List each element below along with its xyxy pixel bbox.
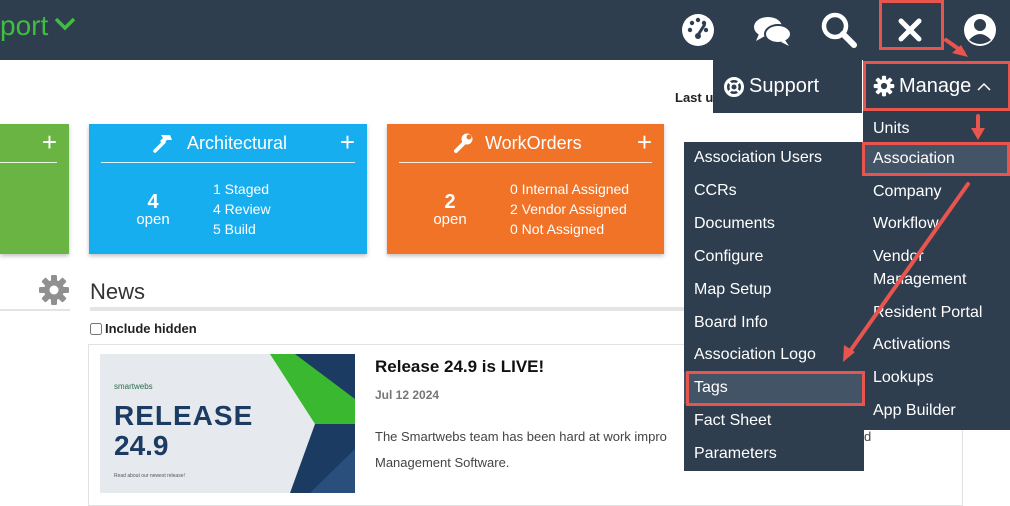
- app-brand-name[interactable]: port: [0, 10, 48, 42]
- tile-header: Architectural +: [101, 124, 355, 163]
- tile-title: WorkOrders: [485, 133, 582, 153]
- assoc-item-parameters[interactable]: Parameters: [684, 438, 864, 470]
- news-item-title[interactable]: Release 24.9 is LIVE!: [375, 357, 544, 377]
- support-label: Support: [749, 75, 820, 97]
- manage-item-resident-portal[interactable]: Resident Portal: [863, 297, 1010, 329]
- stat-not-assigned[interactable]: 0 Not Assigned: [510, 221, 604, 237]
- add-workorder-button[interactable]: +: [637, 127, 652, 157]
- support-menu-button[interactable]: Support: [713, 60, 862, 113]
- tile-workorders[interactable]: WorkOrders + 2 open 0 Internal Assigned …: [387, 124, 664, 254]
- tile-header: +: [0, 124, 57, 163]
- assoc-item-configure[interactable]: Configure: [684, 241, 864, 273]
- assoc-item-documents[interactable]: Documents: [684, 208, 864, 240]
- stat-build[interactable]: 5 Build: [213, 221, 256, 237]
- news-divider: [90, 307, 690, 311]
- stat-internal-assigned[interactable]: 0 Internal Assigned: [510, 181, 629, 197]
- highlight-tags-item: [686, 371, 865, 406]
- chat-icon[interactable]: [750, 8, 794, 52]
- add-architectural-button[interactable]: +: [340, 127, 355, 157]
- news-item-date: Jul 12 2024: [375, 388, 440, 402]
- banner-line2: 24.9: [114, 430, 169, 461]
- association-submenu: Association Users CCRs Documents Configu…: [684, 142, 864, 471]
- manage-item-activations[interactable]: Activations: [863, 329, 1010, 361]
- hammer-icon: [153, 135, 172, 153]
- divider: [0, 309, 70, 311]
- news-heading: News: [90, 279, 146, 304]
- release-banner-image[interactable]: smartwebs RELEASE 24.9 Read about our ne…: [100, 354, 355, 493]
- add-icon[interactable]: +: [42, 127, 57, 157]
- include-hidden-label: Include hidden: [105, 321, 197, 336]
- banner-logo: smartwebs: [114, 382, 153, 391]
- wrench-icon: [454, 133, 473, 153]
- gear-icon[interactable]: [38, 274, 70, 306]
- assoc-item-association-logo[interactable]: Association Logo: [684, 339, 864, 371]
- dashboard-icon[interactable]: [676, 8, 720, 52]
- manage-item-lookups[interactable]: Lookups: [863, 362, 1010, 394]
- manage-item-app-builder[interactable]: App Builder: [863, 395, 1010, 427]
- include-hidden-checkbox[interactable]: Include hidden: [90, 321, 197, 336]
- assoc-item-board-info[interactable]: Board Info: [684, 307, 864, 339]
- tile-green-partial[interactable]: +: [0, 124, 69, 254]
- top-nav-bar: port: [0, 0, 1010, 60]
- tile-header: WorkOrders +: [399, 124, 652, 163]
- assoc-item-association-users[interactable]: Association Users: [684, 142, 864, 174]
- assoc-item-ccrs[interactable]: CCRs: [684, 175, 864, 207]
- manage-item-units[interactable]: Units: [863, 113, 1010, 145]
- include-hidden-input[interactable]: [90, 323, 102, 335]
- open-label: open: [433, 211, 467, 228]
- lifebuoy-icon: [724, 77, 744, 97]
- stat-staged[interactable]: 1 Staged: [213, 181, 269, 197]
- assoc-item-fact-sheet[interactable]: Fact Sheet: [684, 405, 864, 437]
- search-icon[interactable]: [816, 8, 860, 52]
- last-updated-label: Last u: [675, 90, 714, 105]
- stat-vendor-assigned[interactable]: 2 Vendor Assigned: [510, 201, 627, 217]
- banner-caption: Read about our newest release!: [114, 473, 185, 479]
- open-label: open: [136, 211, 170, 228]
- tile-architectural[interactable]: Architectural + 4 open 1 Staged 4 Review…: [89, 124, 367, 254]
- highlight-close-button: [879, 0, 944, 50]
- manage-item-workflow[interactable]: Workflow: [863, 208, 1010, 240]
- chevron-down-icon[interactable]: [54, 14, 76, 34]
- manage-item-management[interactable]: Management: [863, 264, 1010, 296]
- tile-title: Architectural: [187, 133, 288, 153]
- user-icon[interactable]: [958, 8, 1002, 52]
- highlight-manage-menu: [863, 61, 1010, 111]
- manage-item-company[interactable]: Company: [863, 176, 1010, 208]
- stat-review[interactable]: 4 Review: [213, 201, 271, 217]
- highlight-association-item: [862, 142, 1010, 176]
- assoc-item-map-setup[interactable]: Map Setup: [684, 274, 864, 306]
- banner-line1: RELEASE: [114, 400, 254, 431]
